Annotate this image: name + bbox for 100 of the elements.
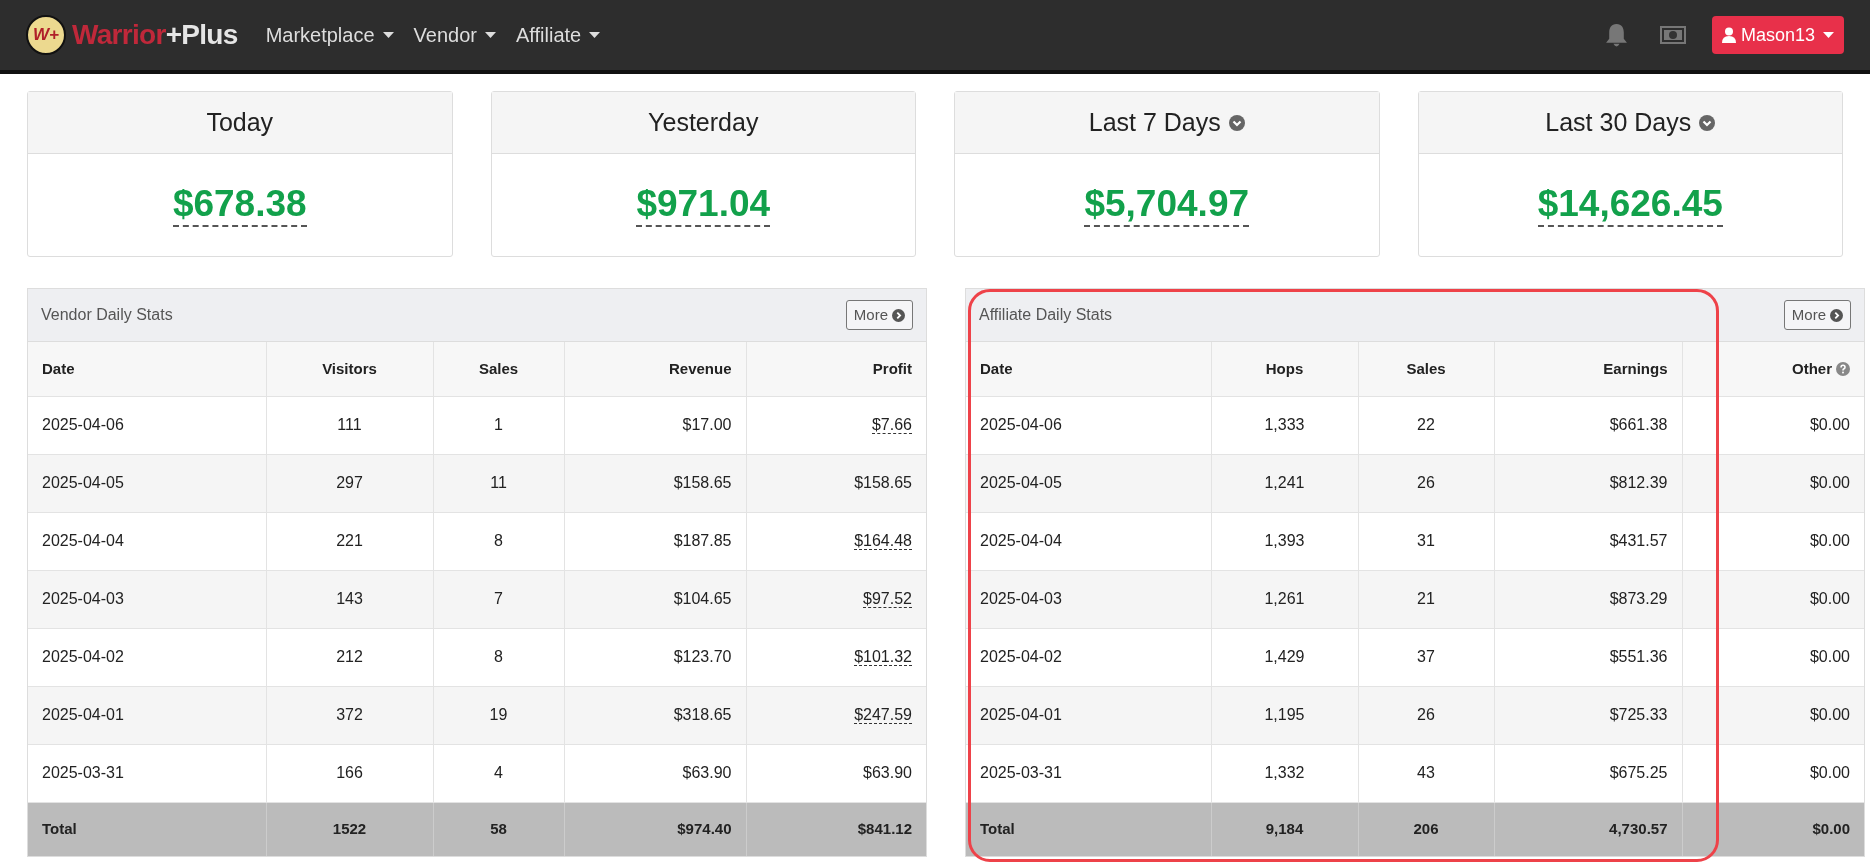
table-cell: $63.90 <box>746 744 926 802</box>
table-cell: 2025-04-02 <box>28 628 266 686</box>
table-cell: 212 <box>266 628 433 686</box>
total-cell: 9,184 <box>1211 802 1358 856</box>
column-header: Sales <box>433 342 564 396</box>
more-button[interactable]: More <box>1783 300 1851 330</box>
card-title: Last 30 Days <box>1545 106 1692 138</box>
table-cell: 111 <box>266 396 433 454</box>
table-cell: $187.85 <box>564 512 746 570</box>
table-cell: 2025-04-04 <box>28 512 266 570</box>
table-cell: 22 <box>1358 396 1494 454</box>
logo-icon: W+ <box>26 15 66 55</box>
amount-value: $678.38 <box>172 182 307 228</box>
column-header: Hops <box>1211 342 1358 396</box>
table-cell: 7 <box>433 570 564 628</box>
user-menu[interactable]: Mason13 <box>1711 16 1844 54</box>
arrow-circle-icon <box>892 308 905 322</box>
cash-icon[interactable] <box>1659 26 1686 44</box>
column-header: Other <box>1682 342 1864 396</box>
table-cell: 1,429 <box>1211 628 1358 686</box>
table-cell: 2025-04-06 <box>966 396 1211 454</box>
table-cell: $431.57 <box>1494 512 1682 570</box>
table-cell: $318.65 <box>564 686 746 744</box>
column-header: Visitors <box>266 342 433 396</box>
table-cell: $0.00 <box>1682 396 1864 454</box>
column-header: Date <box>28 342 266 396</box>
amount-value: $5,704.97 <box>1084 182 1250 228</box>
table-cell: 2025-04-02 <box>966 628 1211 686</box>
column-header: Earnings <box>1494 342 1682 396</box>
table-cell: $812.39 <box>1494 454 1682 512</box>
table-cell: $97.52 <box>746 570 926 628</box>
table-cell: $551.36 <box>1494 628 1682 686</box>
total-cell: Total <box>28 802 266 856</box>
table-cell: 372 <box>266 686 433 744</box>
table-cell: 8 <box>433 512 564 570</box>
table-cell: 26 <box>1358 454 1494 512</box>
table-cell: $63.90 <box>564 744 746 802</box>
table-cell: 221 <box>266 512 433 570</box>
panel-title: Vendor Daily Stats <box>41 305 173 325</box>
table-cell: 1,261 <box>1211 570 1358 628</box>
table-cell: 166 <box>266 744 433 802</box>
nav-menu[interactable]: Affiliate <box>515 20 601 50</box>
total-cell: Total <box>966 802 1211 856</box>
brand-name[interactable]: Warrior+Plus <box>72 14 238 56</box>
table-cell: 1,241 <box>1211 454 1358 512</box>
total-cell: 4,730.57 <box>1494 802 1682 856</box>
arrow-circle-icon <box>1830 308 1843 322</box>
table-cell: 2025-03-31 <box>966 744 1211 802</box>
table-cell: $247.59 <box>746 686 926 744</box>
table-cell: $675.25 <box>1494 744 1682 802</box>
table-cell: $0.00 <box>1682 686 1864 744</box>
table-cell: 43 <box>1358 744 1494 802</box>
panel-title: Affiliate Daily Stats <box>979 305 1113 325</box>
column-header: Sales <box>1358 342 1494 396</box>
table-cell: 2025-04-05 <box>966 454 1211 512</box>
help-icon <box>1836 361 1850 376</box>
caret-icon <box>484 32 496 38</box>
total-cell: $0.00 <box>1682 802 1864 856</box>
total-cell: 206 <box>1358 802 1494 856</box>
table-cell: $661.38 <box>1494 396 1682 454</box>
caret-icon <box>382 32 394 38</box>
total-cell: 1522 <box>266 802 433 856</box>
column-header: Date <box>966 342 1211 396</box>
table-cell: 2025-04-06 <box>28 396 266 454</box>
column-header: Revenue <box>564 342 746 396</box>
table-cell: 26 <box>1358 686 1494 744</box>
more-button[interactable]: More <box>845 300 913 330</box>
table-cell: $0.00 <box>1682 512 1864 570</box>
table-cell: 2025-04-04 <box>966 512 1211 570</box>
nav-menu[interactable]: Marketplace <box>265 20 394 50</box>
amount-value: $971.04 <box>636 182 771 228</box>
chevron-circle-icon <box>1699 114 1716 131</box>
card-title: Last 7 Days <box>1088 106 1221 138</box>
table-cell: 1,195 <box>1211 686 1358 744</box>
table-cell: $7.66 <box>746 396 926 454</box>
card-title: Today <box>206 106 274 138</box>
table-cell: $123.70 <box>564 628 746 686</box>
card-title: Yesterday <box>648 106 759 138</box>
table-cell: $725.33 <box>1494 686 1682 744</box>
table-cell: 11 <box>433 454 564 512</box>
nav-menu[interactable]: Vendor <box>413 20 496 50</box>
table-cell: 19 <box>433 686 564 744</box>
table-cell: $0.00 <box>1682 744 1864 802</box>
table-cell: $0.00 <box>1682 570 1864 628</box>
user-icon <box>1721 27 1736 43</box>
table-cell: $104.65 <box>564 570 746 628</box>
table-cell: 31 <box>1358 512 1494 570</box>
table-cell: 1,332 <box>1211 744 1358 802</box>
chevron-circle-icon <box>1228 114 1245 131</box>
table-cell: 143 <box>266 570 433 628</box>
total-cell: 58 <box>433 802 564 856</box>
bell-icon[interactable] <box>1604 22 1628 48</box>
table-cell: 37 <box>1358 628 1494 686</box>
table-cell: $0.00 <box>1682 628 1864 686</box>
table-cell: $101.32 <box>746 628 926 686</box>
table-cell: 2025-04-01 <box>28 686 266 744</box>
table-cell: 4 <box>433 744 564 802</box>
table-cell: 1,393 <box>1211 512 1358 570</box>
total-cell: $841.12 <box>746 802 926 856</box>
table-cell: 2025-04-01 <box>966 686 1211 744</box>
